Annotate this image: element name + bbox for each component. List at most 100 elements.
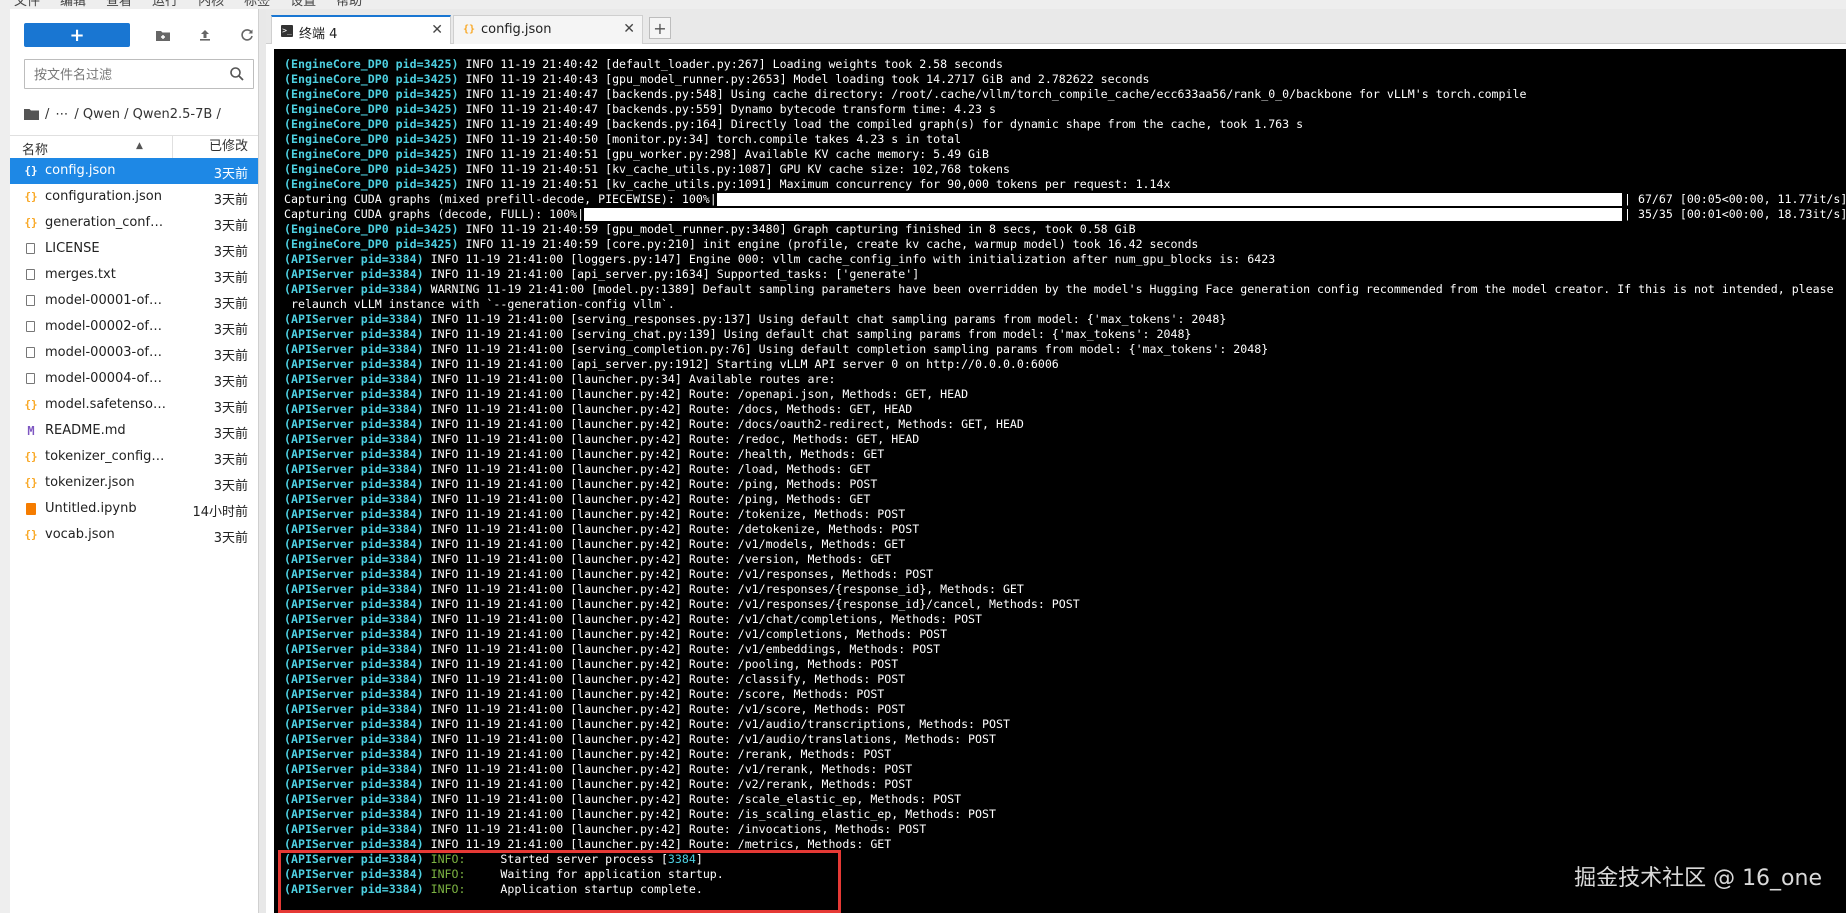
panel-resize-handle[interactable]	[258, 9, 266, 913]
file-modified: 3天前	[213, 193, 248, 208]
log-prefix: (EngineCore_DP0 pid=3425)	[284, 237, 459, 251]
file-name: model-00002-of…	[45, 319, 162, 334]
file-filter-search[interactable]	[24, 59, 254, 90]
file-name: model-00003-of…	[45, 345, 162, 360]
file-name: tokenizer.json	[45, 475, 135, 490]
file-modified: 3天前	[213, 401, 248, 416]
file-list-item[interactable]: model-00003-of… 3天前	[10, 340, 258, 366]
file-icon	[26, 373, 35, 384]
log-prefix: (APIServer pid=3384)	[284, 447, 424, 461]
log-message: INFO 11-19 21:40:51 [gpu_worker.py:298] …	[458, 147, 989, 161]
log-message: INFO 11-19 21:40:47 [backends.py:559] Dy…	[458, 102, 996, 116]
terminal-line: (APIServer pid=3384) INFO 11-19 21:41:00…	[284, 612, 1846, 627]
log-message: INFO 11-19 21:41:00 [serving_completion.…	[423, 342, 1269, 356]
log-prefix: (APIServer pid=3384)	[284, 582, 424, 596]
close-icon[interactable]: ✕	[623, 21, 635, 37]
menu-item[interactable]: 设置	[290, 0, 316, 9]
log-prefix: (EngineCore_DP0 pid=3425)	[284, 177, 459, 191]
file-modified: 3天前	[213, 531, 248, 546]
log-prefix: (EngineCore_DP0 pid=3425)	[284, 117, 459, 131]
terminal-line: (APIServer pid=3384) INFO 11-19 21:41:00…	[284, 657, 1846, 672]
log-message: INFO 11-19 21:41:00 [launcher.py:42] Rou…	[423, 432, 920, 446]
terminal-line: (APIServer pid=3384) INFO 11-19 21:41:00…	[284, 687, 1846, 702]
file-name: config.json	[45, 163, 116, 178]
menu-item[interactable]: 文件	[14, 0, 40, 9]
file-list-item[interactable]: {} tokenizer_config… 3天前	[10, 444, 258, 470]
new-launcher-button[interactable]: +	[24, 23, 130, 47]
file-list-item[interactable]: {} vocab.json 3天前	[10, 522, 258, 548]
terminal-line: (EngineCore_DP0 pid=3425) INFO 11-19 21:…	[284, 87, 1846, 102]
menu-item[interactable]: 运行	[152, 0, 178, 9]
breadcrumb: / ⋯ / Qwen / Qwen2.5-7B /	[24, 105, 221, 123]
file-list-item[interactable]: model-00004-of… 3天前	[10, 366, 258, 392]
file-filter-input[interactable]	[25, 60, 226, 90]
close-icon[interactable]: ✕	[431, 22, 443, 38]
log-message: Started server process [	[465, 852, 668, 866]
file-list-item[interactable]: M README.md 3天前	[10, 418, 258, 444]
terminal-line: (APIServer pid=3384) INFO 11-19 21:41:00…	[284, 252, 1846, 267]
tab-config-json[interactable]: {} config.json ✕	[453, 15, 643, 44]
file-browser-toolbar: +	[10, 19, 258, 53]
file-list-item[interactable]: {} generation_conf… 3天前	[10, 210, 258, 236]
add-tab-button[interactable]: +	[649, 17, 671, 39]
terminal-line: (APIServer pid=3384) INFO 11-19 21:41:00…	[284, 492, 1846, 507]
menu-item[interactable]: 编辑	[60, 0, 86, 9]
log-prefix: (APIServer pid=3384)	[284, 777, 424, 791]
log-message: INFO 11-19 21:41:00 [launcher.py:42] Rou…	[423, 657, 899, 671]
log-message: INFO 11-19 21:41:00 [launcher.py:42] Rou…	[423, 837, 892, 851]
notebook-icon	[26, 503, 36, 515]
new-folder-icon[interactable]	[150, 23, 176, 47]
terminal-line: (APIServer pid=3384) INFO 11-19 21:41:00…	[284, 552, 1846, 567]
log-prefix: (APIServer pid=3384)	[284, 267, 424, 281]
log-prefix: (APIServer pid=3384)	[284, 432, 424, 446]
file-list-item[interactable]: {} tokenizer.json 3天前	[10, 470, 258, 496]
menu-item[interactable]: 查看	[106, 0, 132, 9]
file-list-item[interactable]: merges.txt 3天前	[10, 262, 258, 288]
log-prefix: (APIServer pid=3384)	[284, 537, 424, 551]
menu-item[interactable]: 标签	[244, 0, 270, 9]
terminal-line: (APIServer pid=3384) INFO 11-19 21:41:00…	[284, 432, 1846, 447]
column-modified-header[interactable]: 已修改	[172, 136, 258, 158]
breadcrumb-ellipsis[interactable]: ⋯	[55, 107, 68, 122]
terminal-line: (APIServer pid=3384) INFO 11-19 21:41:00…	[284, 387, 1846, 402]
log-message: relaunch vLLM instance with `--generatio…	[284, 297, 675, 311]
terminal-line: (APIServer pid=3384) INFO 11-19 21:41:00…	[284, 702, 1846, 717]
file-list-item[interactable]: {} configuration.json 3天前	[10, 184, 258, 210]
terminal-line: (APIServer pid=3384) INFO 11-19 21:41:00…	[284, 567, 1846, 582]
refresh-icon[interactable]	[234, 23, 260, 47]
terminal-line: (APIServer pid=3384) INFO 11-19 21:41:00…	[284, 447, 1846, 462]
log-prefix: (APIServer pid=3384)	[284, 552, 424, 566]
terminal-line: (APIServer pid=3384) INFO 11-19 21:41:00…	[284, 807, 1846, 822]
menu-item[interactable]: 帮助	[336, 0, 362, 9]
log-message: INFO 11-19 21:41:00 [launcher.py:42] Rou…	[423, 462, 871, 476]
file-list-item[interactable]: Untitled.ipynb 14小时前	[10, 496, 258, 522]
breadcrumb-path[interactable]: / Qwen / Qwen2.5-7B /	[74, 107, 220, 122]
log-message: INFO 11-19 21:41:00 [launcher.py:42] Rou…	[423, 387, 969, 401]
log-message: INFO 11-19 21:40:43 [gpu_model_runner.py…	[458, 72, 1150, 86]
tab-bar: >_ 终端 4 ✕ {} config.json ✕ +	[266, 9, 1846, 45]
file-list-item[interactable]: model-00002-of… 3天前	[10, 314, 258, 340]
log-prefix: (APIServer pid=3384)	[284, 717, 424, 731]
breadcrumb-root[interactable]: /	[45, 107, 49, 122]
terminal-line: (APIServer pid=3384) INFO 11-19 21:41:00…	[284, 792, 1846, 807]
file-modified: 3天前	[213, 271, 248, 286]
terminal-line: (APIServer pid=3384) INFO 11-19 21:41:00…	[284, 537, 1846, 552]
file-modified: 3天前	[213, 323, 248, 338]
terminal-panel[interactable]: (EngineCore_DP0 pid=3425) INFO 11-19 21:…	[266, 44, 1846, 913]
file-list-item[interactable]: {} model.safetenso… 3天前	[10, 392, 258, 418]
sort-ascending-icon[interactable]: ▲	[136, 141, 143, 151]
terminal-line: (EngineCore_DP0 pid=3425) INFO 11-19 21:…	[284, 237, 1846, 252]
terminal-line: (APIServer pid=3384) INFO 11-19 21:41:00…	[284, 837, 1846, 852]
file-list-item[interactable]: LICENSE 3天前	[10, 236, 258, 262]
file-list-item[interactable]: model-00001-of… 3天前	[10, 288, 258, 314]
file-browser: + / ⋯ / Qwen / Qwen2.5-7B / 名称 ▲ 已修改 {} c…	[10, 9, 258, 913]
menu-item[interactable]: 内核	[198, 0, 224, 9]
terminal-line: Capturing CUDA graphs (decode, FULL): 10…	[284, 207, 1846, 222]
file-list-item[interactable]: {} config.json 3天前	[10, 158, 258, 184]
folder-icon[interactable]	[24, 108, 39, 120]
terminal-line: (APIServer pid=3384) INFO 11-19 21:41:00…	[284, 312, 1846, 327]
upload-icon[interactable]	[192, 23, 218, 47]
column-name-header[interactable]: 名称	[22, 139, 48, 158]
log-message: INFO 11-19 21:41:00 [serving_chat.py:139…	[423, 327, 1192, 341]
tab-terminal-4[interactable]: >_ 终端 4 ✕	[271, 15, 451, 45]
